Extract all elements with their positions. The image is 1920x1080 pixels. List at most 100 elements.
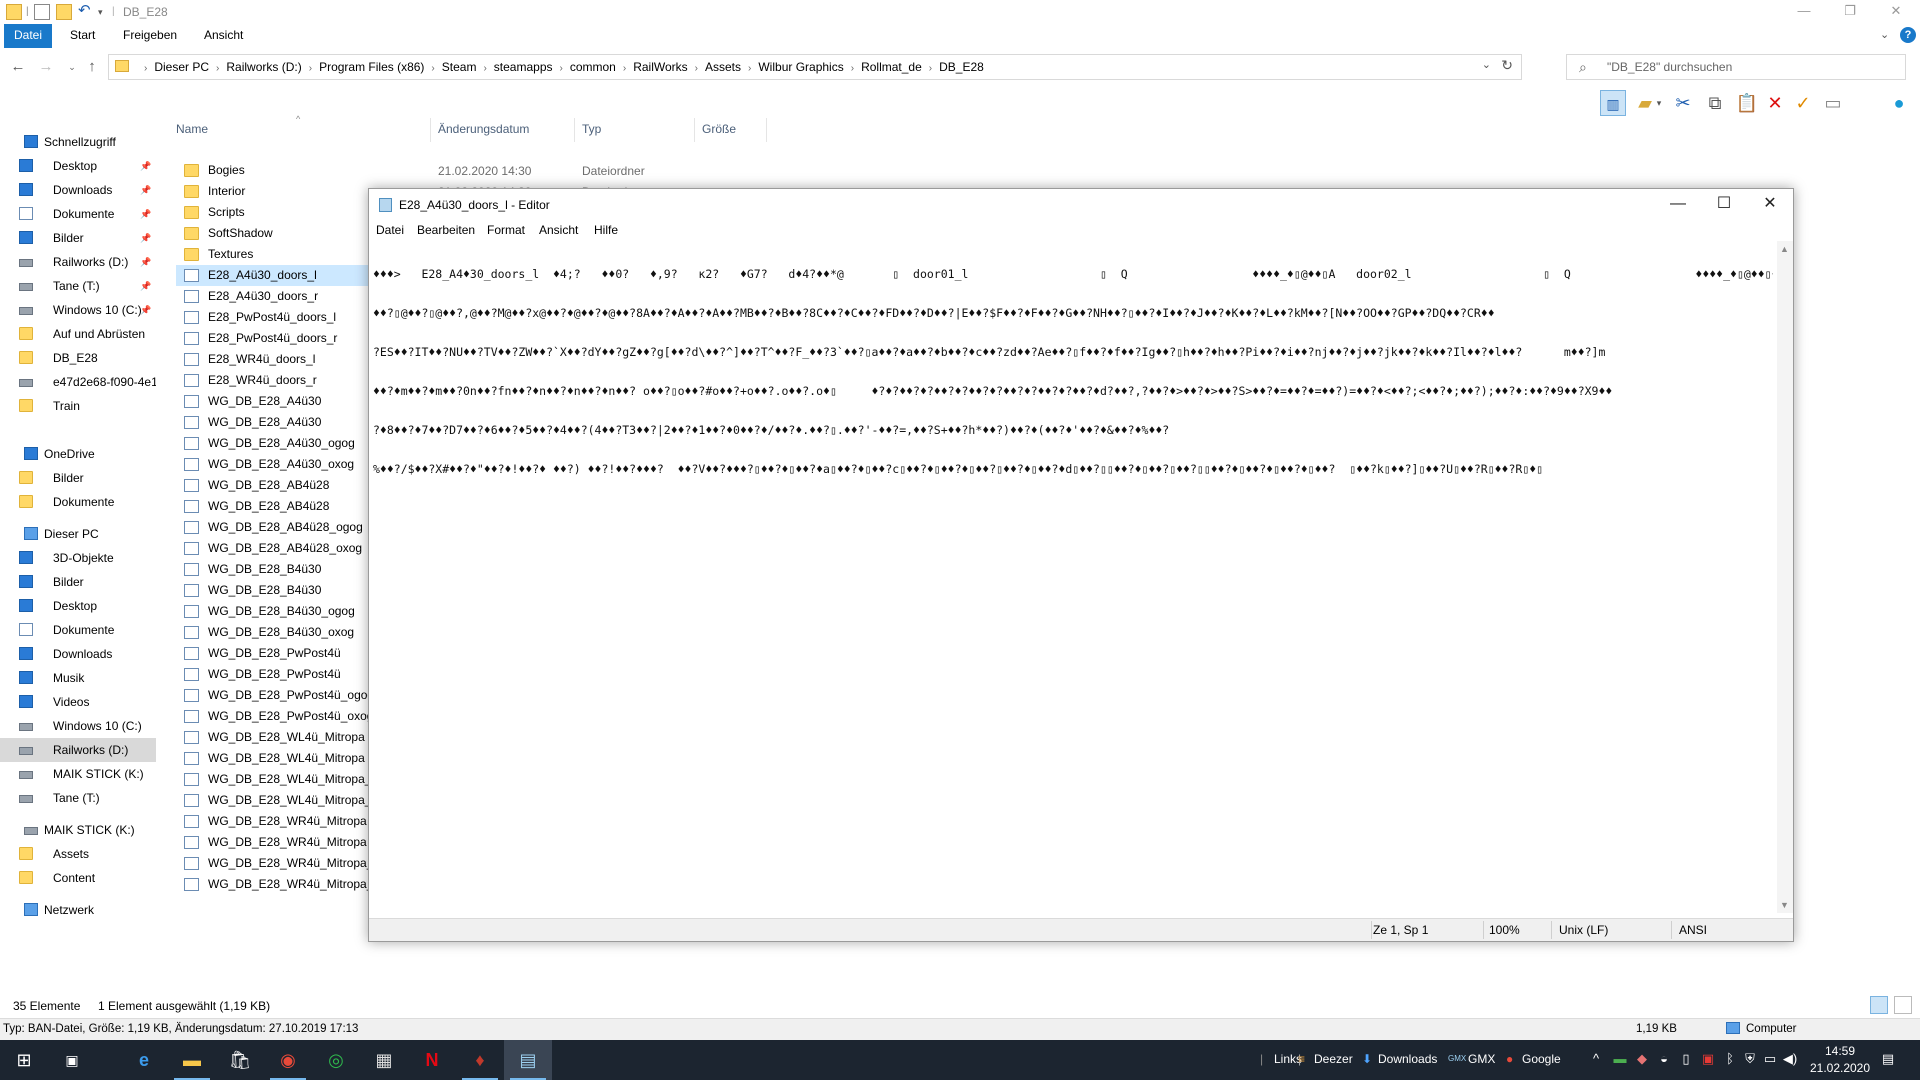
rename-icon[interactable]: ▭ bbox=[1820, 90, 1846, 116]
breadcrumb-item[interactable]: Program Files (x86) bbox=[319, 60, 424, 74]
column-header-type[interactable]: Typ bbox=[582, 122, 601, 136]
chrome-icon[interactable]: ◉ bbox=[264, 1040, 312, 1080]
netflix-icon[interactable]: N bbox=[408, 1040, 456, 1080]
breadcrumb-item[interactable]: Railworks (D:) bbox=[226, 60, 301, 74]
menu-hilfe[interactable]: Hilfe bbox=[594, 223, 618, 237]
file-row[interactable]: WG_DB_E28_PwPost4ü_oxog bbox=[176, 706, 376, 727]
maximize-button[interactable]: ❐ bbox=[1827, 0, 1873, 24]
nav-item[interactable]: Dokumente 📌 bbox=[0, 202, 156, 226]
file-row[interactable]: WG_DB_E28_B4ü30_oxog bbox=[176, 622, 376, 643]
column-divider[interactable] bbox=[574, 118, 575, 142]
file-row[interactable]: WG_DB_E28_AB4ü28 bbox=[176, 496, 376, 517]
breadcrumb-separator-icon[interactable]: › bbox=[309, 63, 312, 74]
nav-item[interactable]: Assets bbox=[0, 842, 156, 866]
file-explorer-icon[interactable]: ▬ bbox=[168, 1040, 216, 1080]
copy-icon[interactable]: ⧉ bbox=[1702, 90, 1728, 116]
file-row[interactable]: WG_DB_E28_WL4ü_Mitropa_oxo bbox=[176, 790, 376, 811]
file-row[interactable]: WG_DB_E28_PwPost4ü_ogog bbox=[176, 685, 376, 706]
editor-maximize-button[interactable]: ☐ bbox=[1701, 189, 1747, 221]
nav-item[interactable]: Windows 10 (C:) bbox=[0, 714, 156, 738]
store-icon[interactable]: 🛍 bbox=[216, 1040, 264, 1080]
menu-datei[interactable]: Datei bbox=[376, 223, 404, 237]
file-row[interactable]: SoftShadow bbox=[176, 223, 376, 244]
whatsapp-icon[interactable]: ◎ bbox=[312, 1040, 360, 1080]
file-row[interactable]: Interior bbox=[176, 181, 376, 202]
breadcrumb-item[interactable]: Steam bbox=[442, 60, 477, 74]
file-row[interactable]: E28_A4ü30_doors_l bbox=[176, 265, 376, 286]
edge-icon[interactable]: e bbox=[120, 1040, 168, 1080]
nav-item[interactable]: Downloads bbox=[0, 642, 156, 666]
windows-start-icon[interactable]: ⊞ bbox=[0, 1040, 48, 1080]
nav-item[interactable]: MAIK STICK (K:) bbox=[0, 818, 156, 842]
file-row[interactable]: WG_DB_E28_PwPost4ü bbox=[176, 664, 376, 685]
breadcrumb-separator-icon[interactable]: › bbox=[851, 63, 854, 74]
antivirus-icon[interactable]: ◆ bbox=[1634, 1051, 1650, 1067]
nav-item[interactable]: Content bbox=[0, 866, 156, 890]
file-row[interactable]: WG_DB_E28_AB4ü28 bbox=[176, 475, 376, 496]
file-row[interactable]: Scripts bbox=[176, 202, 376, 223]
refresh-icon[interactable]: ↻ bbox=[1501, 57, 1513, 74]
notification-icon[interactable]: ▤ bbox=[1880, 1051, 1896, 1067]
app-tray-icon[interactable]: ▣ bbox=[1700, 1051, 1716, 1067]
file-row[interactable]: WG_DB_E28_WL4ü_Mitropa bbox=[176, 727, 376, 748]
breadcrumb-item[interactable]: DB_E28 bbox=[939, 60, 984, 74]
nav-item[interactable]: Tane (T:) 📌 bbox=[0, 274, 156, 298]
breadcrumb-separator-icon[interactable]: › bbox=[929, 63, 932, 74]
file-row[interactable]: E28_PwPost4ü_doors_l bbox=[176, 307, 376, 328]
nvidia-icon[interactable]: ▬ bbox=[1612, 1051, 1628, 1067]
address-history-chevron-icon[interactable]: ⌄ bbox=[1482, 58, 1491, 71]
column-divider[interactable] bbox=[766, 118, 767, 142]
column-header-size[interactable]: Größe bbox=[702, 122, 736, 136]
file-row[interactable]: WG_DB_E28_B4ü30 bbox=[176, 559, 376, 580]
paste-icon[interactable]: 📋 bbox=[1734, 90, 1760, 116]
column-divider[interactable] bbox=[430, 118, 431, 142]
nav-item[interactable]: Musik bbox=[0, 666, 156, 690]
breadcrumb-separator-icon[interactable]: › bbox=[216, 63, 219, 74]
nav-item[interactable]: Train bbox=[0, 394, 156, 418]
breadcrumb-separator-icon[interactable]: › bbox=[431, 63, 434, 74]
file-row[interactable]: WG_DB_E28_WR4ü_Mitropa bbox=[176, 832, 376, 853]
search-box[interactable]: ⌕ "DB_E28" durchsuchen bbox=[1566, 54, 1906, 80]
breadcrumb-separator-icon[interactable]: › bbox=[144, 63, 147, 74]
editor-text-area[interactable]: ♦♦♦> E28_A4♦30_doors_l ♦4;? ♦♦0? ♦,9? κ2… bbox=[373, 242, 1773, 894]
nav-item[interactable]: e47d2e68-f090-4e1c bbox=[0, 370, 156, 394]
file-row[interactable]: E28_A4ü30_doors_r bbox=[176, 286, 376, 307]
quicklink-downloads[interactable]: Downloads bbox=[1378, 1052, 1437, 1066]
file-row[interactable]: E28_PwPost4ü_doors_r bbox=[176, 328, 376, 349]
editor-close-button[interactable]: ✕ bbox=[1747, 189, 1793, 221]
shield-icon[interactable]: ⛨ bbox=[1742, 1051, 1758, 1067]
file-row[interactable]: WG_DB_E28_WR4ü_Mitropa_oxo bbox=[176, 874, 376, 895]
nav-item[interactable]: Dokumente bbox=[0, 618, 156, 642]
editor-minimize-button[interactable]: — bbox=[1655, 189, 1701, 221]
details-view-icon[interactable] bbox=[1870, 996, 1888, 1014]
file-row[interactable]: WG_DB_E28_A4ü30_ogog bbox=[176, 433, 376, 454]
menu-bearbeiten[interactable]: Bearbeiten bbox=[417, 223, 475, 237]
nav-item[interactable]: Bilder 📌 bbox=[0, 226, 156, 250]
breadcrumb-item[interactable]: Wilbur Graphics bbox=[758, 60, 843, 74]
file-row[interactable]: Bogies bbox=[176, 160, 376, 181]
new-folder-icon[interactable] bbox=[56, 4, 72, 20]
file-row[interactable]: WG_DB_E28_A4ü30 bbox=[176, 391, 376, 412]
nav-item[interactable]: Dieser PC bbox=[0, 522, 156, 546]
steam-icon[interactable]: ◒ bbox=[1656, 1051, 1672, 1067]
address-bar[interactable]: › Dieser PC › Railworks (D:) › Program Files … bbox=[108, 54, 1522, 80]
column-header-date[interactable]: Änderungsdatum bbox=[438, 122, 529, 136]
show-hidden-icons-chevron-icon[interactable]: ^ bbox=[1588, 1051, 1604, 1067]
breadcrumb-separator-icon[interactable]: › bbox=[623, 63, 626, 74]
nav-item[interactable]: Railworks (D:) bbox=[0, 738, 156, 762]
file-row[interactable]: WG_DB_E28_AB4ü28_oxog bbox=[176, 538, 376, 559]
quicklink-gmx[interactable]: GMX bbox=[1468, 1052, 1495, 1066]
quicklink-google[interactable]: Google bbox=[1522, 1052, 1561, 1066]
nav-item[interactable]: Dokumente bbox=[0, 490, 156, 514]
file-row[interactable]: WG_DB_E28_B4ü30 bbox=[176, 580, 376, 601]
checkmark-icon[interactable]: ✓ bbox=[1790, 90, 1816, 116]
bluetooth-icon[interactable]: ᛒ bbox=[1722, 1051, 1738, 1067]
nav-item[interactable]: Railworks (D:) 📌 bbox=[0, 250, 156, 274]
column-header-name[interactable]: Name bbox=[176, 122, 208, 136]
file-row[interactable]: WG_DB_E28_PwPost4ü bbox=[176, 643, 376, 664]
help-icon[interactable]: ? bbox=[1900, 27, 1916, 43]
file-row[interactable]: WG_DB_E28_WR4ü_Mitropa_ogo bbox=[176, 853, 376, 874]
dropdown-chevron-icon[interactable]: ▾ bbox=[1652, 90, 1666, 116]
volume-icon[interactable]: ◀) bbox=[1782, 1051, 1798, 1067]
cut-icon[interactable]: ✂ bbox=[1670, 90, 1696, 116]
